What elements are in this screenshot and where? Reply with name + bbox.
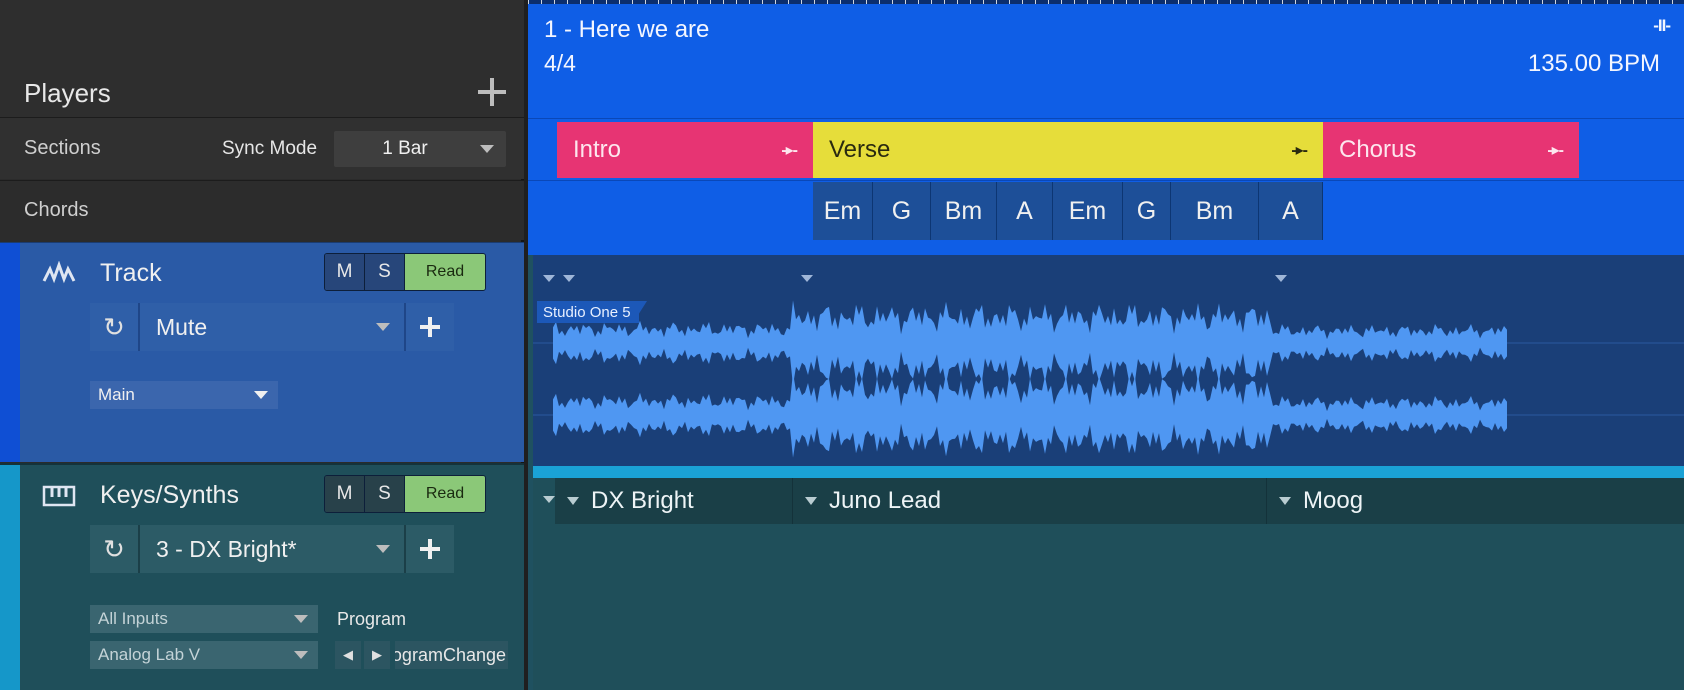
chevron-down-icon: [376, 323, 390, 331]
arrangement-view: 1 - Here we are 4/4 135.00 BPM -II- Intr…: [528, 0, 1684, 690]
audio-clip-label: Studio One 5: [537, 301, 657, 323]
player-name: Keys/Synths: [100, 481, 239, 509]
refresh-icon[interactable]: ↻: [90, 525, 138, 573]
keys-color-stripe: [0, 465, 20, 690]
chevron-down-icon: [480, 145, 494, 153]
mute-button[interactable]: M: [325, 476, 365, 512]
waveform-icon: [42, 261, 76, 284]
instrument-event[interactable]: Juno Lead: [793, 478, 1267, 524]
refresh-icon[interactable]: ↻: [90, 303, 138, 351]
sync-mode-label: Sync Mode: [222, 138, 318, 159]
instrument-name: Moog: [1303, 487, 1364, 514]
output-value: Main: [98, 385, 135, 404]
players-panel: Players Sections Sync Mode 1 Bar Chords …: [0, 0, 524, 690]
track-color-stripe: [0, 243, 20, 462]
chevron-down-icon: [376, 545, 390, 553]
player-keys-synths: Keys/Synths M S Read ↻ 3 - DX Bright* Al…: [0, 463, 524, 690]
audio-waveform[interactable]: [533, 255, 1684, 467]
tempo: 135.00 BPM: [1527, 50, 1660, 77]
chevron-down-icon[interactable]: [543, 496, 555, 503]
preset-select[interactable]: 3 - DX Bright*: [140, 525, 404, 573]
preset-select[interactable]: Mute: [140, 303, 404, 351]
player-track: Track M S Read ↻ Mute Main: [0, 242, 524, 462]
input-select[interactable]: All Inputs: [90, 605, 318, 633]
preset-value: 3 - DX Bright*: [156, 535, 297, 562]
program-prev-button[interactable]: ◀: [335, 641, 361, 669]
section-jump-icon[interactable]: -▸-: [1547, 140, 1564, 160]
chevron-down-icon: [805, 497, 817, 505]
solo-button[interactable]: S: [365, 476, 405, 512]
chord-event[interactable]: Em: [813, 182, 873, 240]
chord-event[interactable]: A: [1259, 182, 1323, 240]
section-chorus[interactable]: Chorus -▸-: [1323, 122, 1579, 178]
input-value: All Inputs: [98, 609, 168, 628]
sections-row: Sections Sync Mode 1 Bar: [0, 117, 524, 179]
chord-event[interactable]: Em: [1053, 182, 1123, 240]
song-header: 1 - Here we are 4/4 135.00 BPM -II-: [528, 4, 1684, 118]
time-signature: 4/4: [544, 50, 576, 76]
chord-event[interactable]: Bm: [931, 182, 997, 240]
solo-button[interactable]: S: [365, 254, 405, 290]
program-label: Program: [337, 609, 407, 629]
add-preset-plus-icon[interactable]: [406, 303, 454, 351]
program-value: ProgramChange: [395, 644, 506, 665]
chevron-down-icon: [294, 615, 308, 623]
preset-row: ↻ Mute: [90, 303, 454, 351]
end-marker-icon[interactable]: -II-: [1653, 16, 1671, 36]
chevron-down-icon: [567, 497, 579, 505]
chords-label: Chords: [24, 199, 89, 221]
program-field[interactable]: ProgramChange: [395, 641, 508, 669]
chords-lane: Em G Bm A Em G Bm A: [528, 180, 1684, 241]
section-name: Intro: [573, 136, 622, 163]
players-title: Players: [24, 78, 111, 108]
track-controls: M S Read: [324, 253, 486, 291]
lane-separator: [528, 241, 1684, 255]
chord-event[interactable]: G: [1123, 182, 1171, 240]
sync-mode-value: 1 Bar: [382, 138, 428, 159]
chord-event[interactable]: Bm: [1171, 182, 1259, 240]
players-header: Players: [0, 0, 524, 117]
instrument-name: Juno Lead: [829, 487, 942, 514]
section-name: Verse: [829, 136, 891, 163]
keyboard-icon: [42, 485, 76, 507]
section-verse[interactable]: Verse -▸-: [813, 122, 1323, 178]
chevron-down-icon: [254, 391, 268, 399]
keys-lane[interactable]: DX Bright Juno Lead Moog: [533, 478, 1684, 690]
chords-row: Chords: [0, 180, 524, 240]
mute-button[interactable]: M: [325, 254, 365, 290]
sections-lane: Intro -▸- Verse -▸- Chorus -▸-: [528, 118, 1684, 181]
program-next-button[interactable]: ▶: [364, 641, 390, 669]
automation-read-button[interactable]: Read: [405, 254, 485, 290]
chord-event[interactable]: A: [997, 182, 1053, 240]
output-select[interactable]: Main: [90, 381, 278, 409]
section-jump-icon[interactable]: -▸-: [781, 140, 798, 160]
add-preset-plus-icon[interactable]: [406, 525, 454, 573]
preset-value: Mute: [156, 313, 208, 340]
chord-event[interactable]: G: [873, 182, 931, 240]
section-jump-icon[interactable]: -▸-: [1291, 140, 1308, 160]
player-name: Track: [100, 259, 162, 287]
section-intro[interactable]: Intro -▸-: [557, 122, 813, 178]
lane-separator: [533, 466, 1684, 478]
instrument-event[interactable]: DX Bright: [555, 478, 793, 524]
chevron-down-icon: [1279, 497, 1291, 505]
add-player-plus-icon[interactable]: [478, 78, 506, 106]
instrument-value: Analog Lab V: [98, 645, 201, 664]
automation-read-button[interactable]: Read: [405, 476, 485, 512]
sync-mode-select[interactable]: 1 Bar: [334, 131, 506, 167]
chevron-down-icon: [294, 651, 308, 659]
sections-label: Sections: [24, 137, 101, 159]
preset-row: ↻ 3 - DX Bright*: [90, 525, 454, 573]
instrument-name: DX Bright: [591, 487, 694, 514]
track-lane[interactable]: Studio One 5: [533, 255, 1684, 467]
song-title: 1 - Here we are: [544, 16, 710, 43]
section-name: Chorus: [1339, 136, 1417, 163]
instrument-event[interactable]: Moog: [1267, 478, 1684, 524]
instrument-select[interactable]: Analog Lab V: [90, 641, 318, 669]
keys-controls: M S Read: [324, 475, 486, 513]
